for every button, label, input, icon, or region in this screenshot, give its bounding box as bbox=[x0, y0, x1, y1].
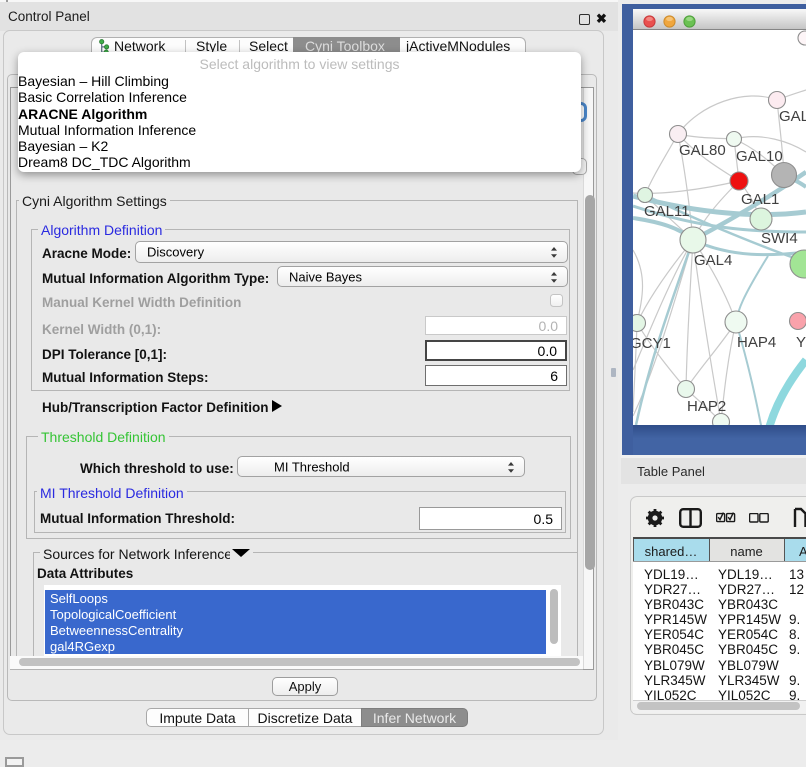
svg-text:GAL11: GAL11 bbox=[644, 203, 690, 220]
svg-text:GAL80: GAL80 bbox=[679, 142, 726, 159]
svg-text:HAP2: HAP2 bbox=[687, 398, 726, 415]
svg-text:GAL4: GAL4 bbox=[694, 252, 732, 269]
svg-text:SWI4: SWI4 bbox=[761, 230, 798, 247]
svg-text:GAL10: GAL10 bbox=[736, 148, 783, 165]
svg-text:GAL1: GAL1 bbox=[741, 191, 779, 208]
svg-text:GCY1: GCY1 bbox=[633, 335, 671, 352]
svg-text:GAL7: GAL7 bbox=[779, 108, 806, 125]
svg-text:YB: YB bbox=[796, 334, 806, 351]
svg-text:HAP4: HAP4 bbox=[737, 334, 776, 351]
